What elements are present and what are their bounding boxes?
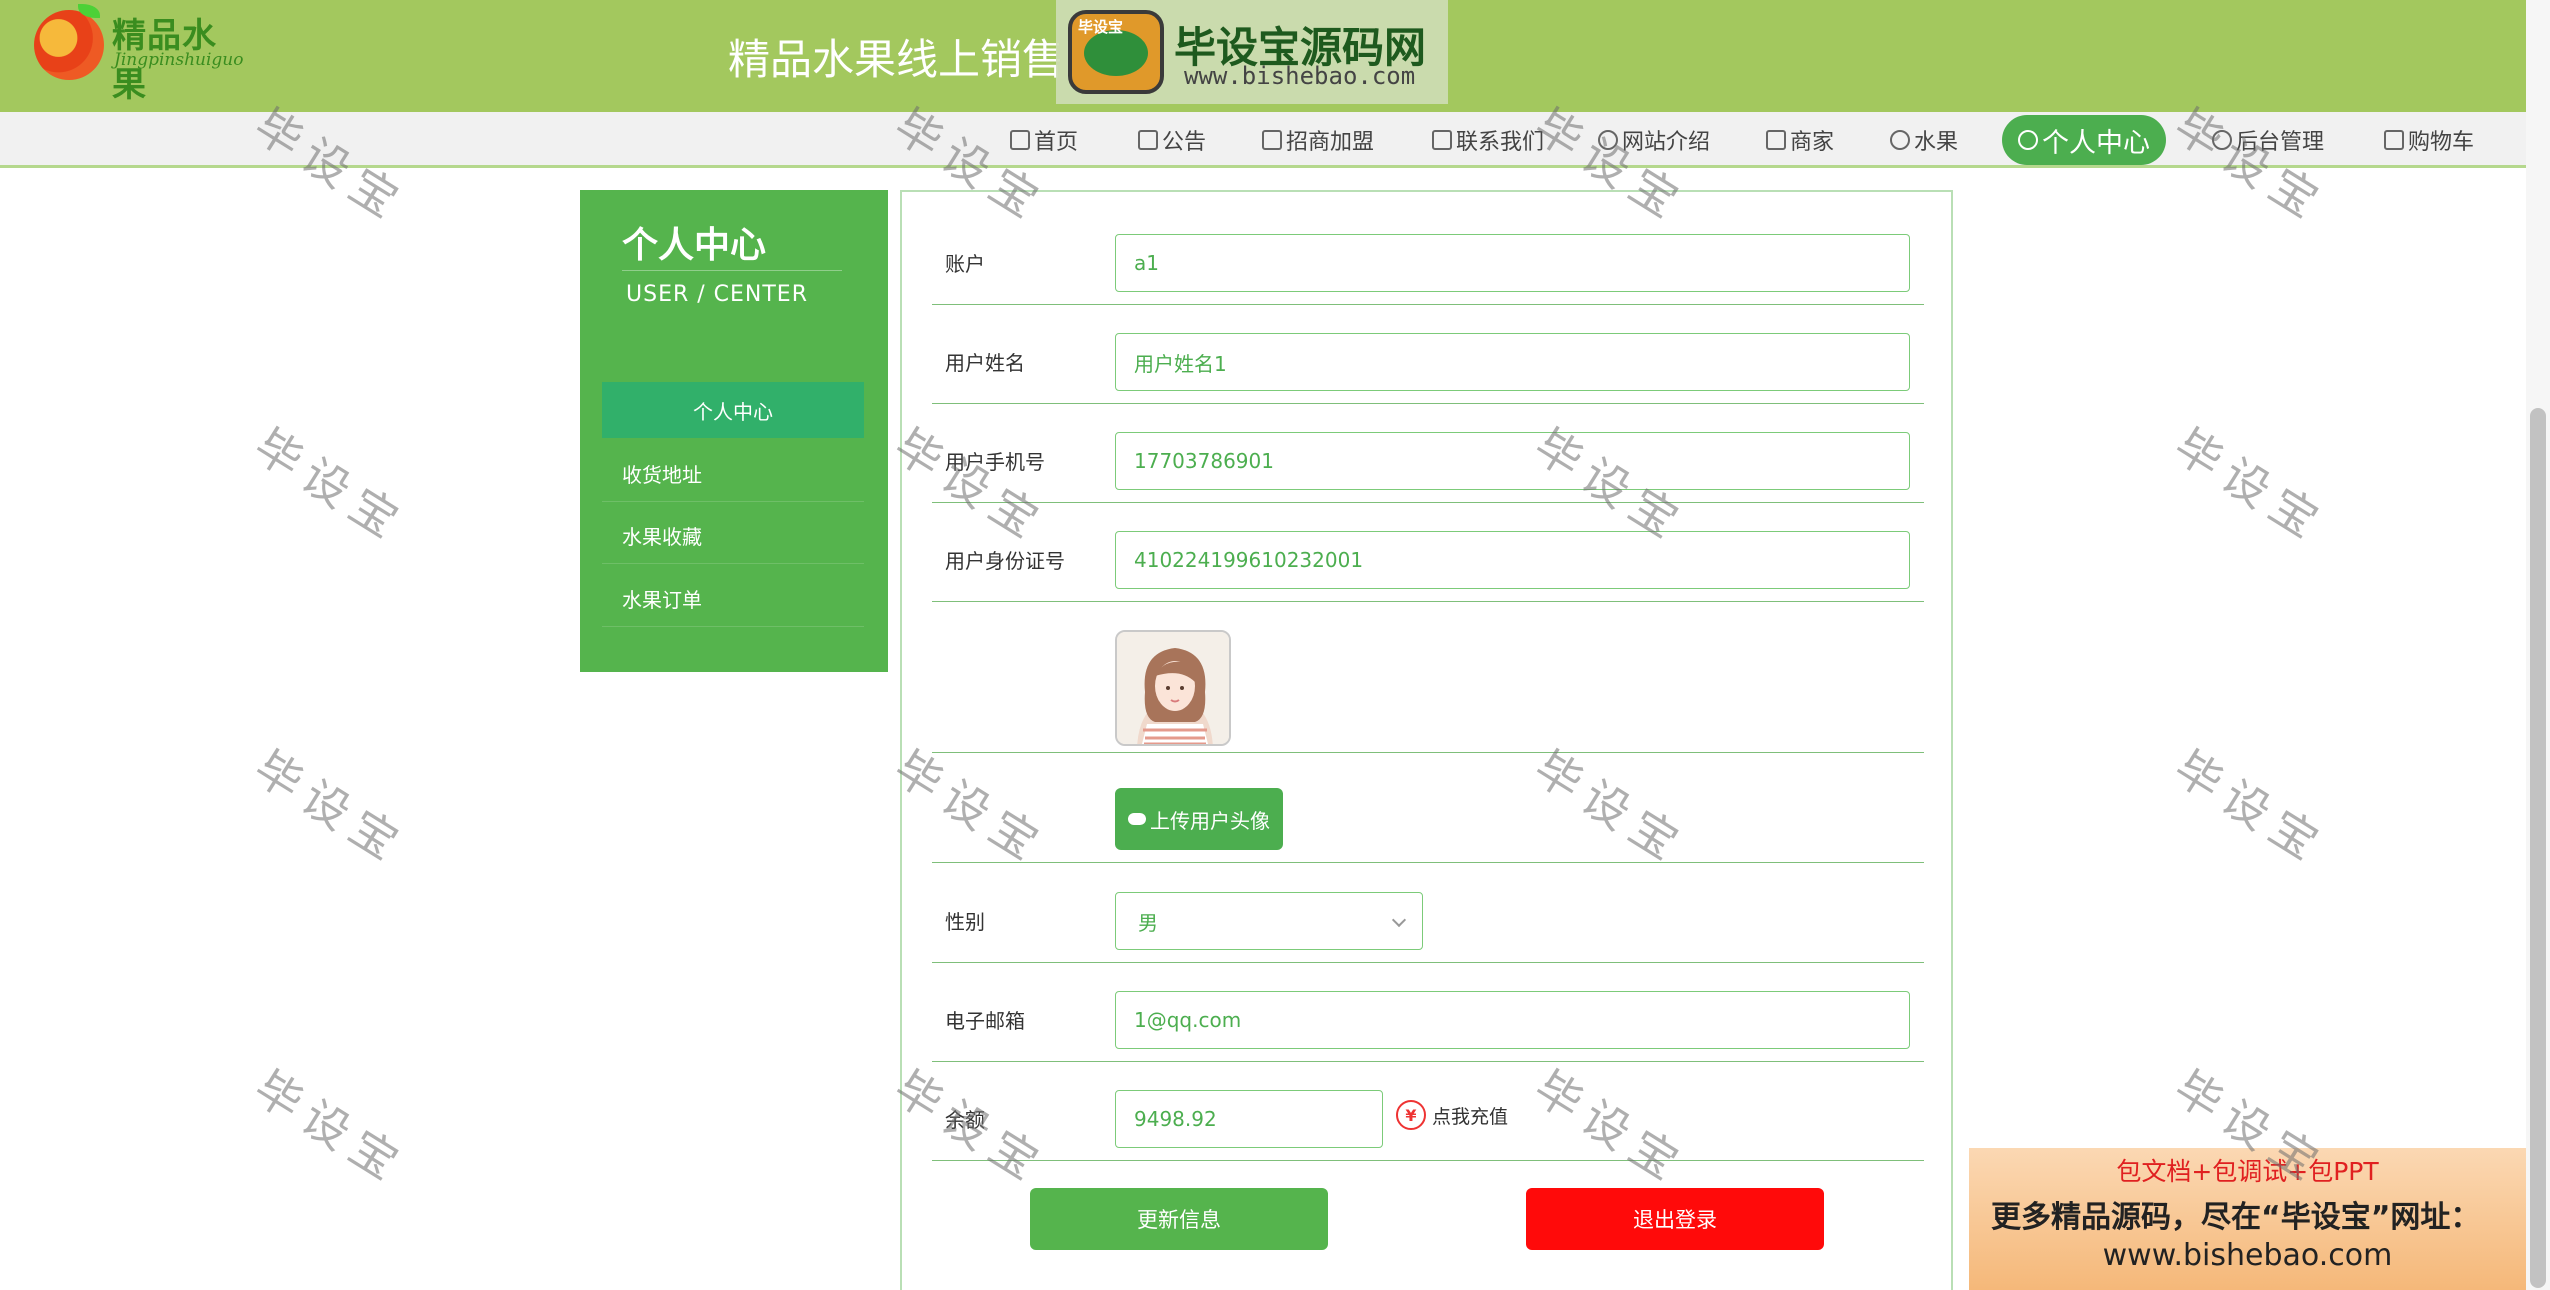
phone-input[interactable]: 17703786901 xyxy=(1115,432,1910,490)
nav-label: 招商加盟 xyxy=(1286,130,1375,155)
site-logo[interactable]: 精品水果 Jingpinshuiguo xyxy=(30,4,250,105)
gender-label: 性别 xyxy=(945,910,985,934)
nav-item-cart[interactable]: 购物车 xyxy=(2384,122,2474,158)
profile-form: 账户 a1 用户姓名 用户姓名1 用户手机号 17703786901 用户身份证… xyxy=(900,190,1953,1290)
sidebar-divider xyxy=(622,270,842,271)
sidebar-item-user-center[interactable]: 个人中心 xyxy=(602,382,864,438)
promo-line-1: 包文档+包调试+包PPT xyxy=(2116,1157,2379,1186)
watermark: 毕设宝 xyxy=(244,1060,416,1195)
update-info-button[interactable]: 更新信息 xyxy=(1030,1188,1328,1250)
watermark-banner: 毕设宝 毕设宝源码网 www.bishebao.com xyxy=(1056,0,1448,104)
account-label: 账户 xyxy=(945,252,985,276)
nav-label: 水果 xyxy=(1914,130,1959,155)
sidebar-item-address[interactable]: 收货地址 xyxy=(602,446,864,502)
building-icon xyxy=(1432,130,1452,150)
globe-icon xyxy=(1598,130,1618,150)
site-title: 精品水果线上销售网 xyxy=(728,35,1107,84)
user-avatar xyxy=(1115,630,1231,746)
sidebar-item-orders[interactable]: 水果订单 xyxy=(602,571,864,627)
phone-label: 用户手机号 xyxy=(945,450,1045,474)
logout-button[interactable]: 退出登录 xyxy=(1526,1188,1824,1250)
chevron-down-icon xyxy=(1391,912,1407,928)
recharge-label: 点我充值 xyxy=(1432,1105,1509,1128)
row-divider xyxy=(932,601,1924,602)
row-divider xyxy=(932,862,1924,863)
balance-input[interactable]: 9498.92 xyxy=(1115,1090,1383,1148)
home-icon xyxy=(1010,130,1030,150)
nav-item-admin[interactable]: 后台管理 xyxy=(2212,122,2324,158)
site-header: 精品水果 Jingpinshuiguo 精品水果线上销售网 毕设宝 毕设宝源码网… xyxy=(0,0,2526,112)
sidebar-item-favorites[interactable]: 水果收藏 xyxy=(602,508,864,564)
avatar-illustration xyxy=(1117,632,1229,744)
cart-icon xyxy=(2384,130,2404,150)
row-divider xyxy=(932,962,1924,963)
row-divider xyxy=(932,1160,1924,1161)
watermark: 毕设宝 xyxy=(244,740,416,875)
nav-label: 购物车 xyxy=(2408,130,2475,155)
balance-label: 余额 xyxy=(945,1108,985,1132)
nav-item-franchise[interactable]: 招商加盟 xyxy=(1262,122,1374,158)
watermark: 毕设宝 xyxy=(2164,740,2336,875)
scrollbar-thumb[interactable] xyxy=(2530,408,2546,1288)
watermark-url: www.bishebao.com xyxy=(1184,62,1416,90)
nav-label: 后台管理 xyxy=(2236,130,2325,155)
upload-avatar-button[interactable]: 上传用户头像 xyxy=(1115,788,1283,850)
nav-label: 公告 xyxy=(1162,130,1207,155)
row-divider xyxy=(932,304,1924,305)
promo-box[interactable]: 包文档+包调试+包PPT 更多精品源码，尽在“毕设宝”网址： www.bishe… xyxy=(1969,1148,2526,1290)
nav-item-home[interactable]: 首页 xyxy=(1010,122,1078,158)
gender-select[interactable]: 男 xyxy=(1115,892,1423,950)
promo-line-2: 更多精品源码，尽在“毕设宝”网址： xyxy=(1991,1200,2481,1235)
badge-text: 毕设宝 xyxy=(1078,18,1124,36)
logo-subtext: Jingpinshuiguo xyxy=(114,50,244,70)
nav-label: 首页 xyxy=(1034,130,1079,155)
grid-icon xyxy=(1766,130,1786,150)
fruit-logo-icon xyxy=(34,10,104,80)
cloud-upload-icon xyxy=(1128,813,1146,825)
printer-icon xyxy=(1138,130,1158,150)
id-number-label: 用户身份证号 xyxy=(945,549,1065,573)
nav-label: 个人中心 xyxy=(2042,127,2150,159)
page-root: 精品水果 Jingpinshuiguo 精品水果线上销售网 毕设宝 毕设宝源码网… xyxy=(0,0,2550,1290)
sidebar-subtitle: USER / CENTER xyxy=(626,282,808,307)
nav-label: 联系我们 xyxy=(1456,130,1545,155)
recharge-link[interactable]: ¥ 点我充值 xyxy=(1396,1100,1508,1130)
main-nav: 首页 公告 招商加盟 联系我们 网站介绍 商家 水果 个人中心 后台管理 购物车 xyxy=(0,112,2526,168)
nav-label: 网站介绍 xyxy=(1622,130,1711,155)
watermark-badge-icon: 毕设宝 xyxy=(1068,10,1164,94)
nav-item-merchants[interactable]: 商家 xyxy=(1766,122,1834,158)
yen-icon: ¥ xyxy=(1396,1100,1426,1130)
nav-item-user-center[interactable]: 个人中心 xyxy=(2002,115,2166,165)
watermark: 毕设宝 xyxy=(244,418,416,553)
user-center-sidebar: 个人中心 USER / CENTER 个人中心 收货地址 水果收藏 水果订单 xyxy=(580,190,888,672)
name-input[interactable]: 用户姓名1 xyxy=(1115,333,1910,391)
email-label: 电子邮箱 xyxy=(945,1009,1025,1033)
sidebar-title: 个人中心 xyxy=(622,225,767,266)
nav-item-contact[interactable]: 联系我们 xyxy=(1432,122,1544,158)
account-input[interactable]: a1 xyxy=(1115,234,1910,292)
nav-item-fruit[interactable]: 水果 xyxy=(1890,122,1958,158)
link-icon xyxy=(2212,130,2232,150)
upload-label: 上传用户头像 xyxy=(1150,808,1270,833)
row-divider xyxy=(932,403,1924,404)
row-divider xyxy=(932,502,1924,503)
gender-value: 男 xyxy=(1138,910,1158,935)
row-divider xyxy=(932,1061,1924,1062)
id-number-input[interactable]: 410224199610232001 xyxy=(1115,531,1910,589)
circle-icon xyxy=(1890,130,1910,150)
nav-label: 商家 xyxy=(1790,130,1835,155)
tag-icon xyxy=(1262,130,1282,150)
nav-item-notice[interactable]: 公告 xyxy=(1138,122,1206,158)
email-input[interactable]: 1@qq.com xyxy=(1115,991,1910,1049)
promo-url: www.bishebao.com xyxy=(2102,1238,2393,1273)
name-label: 用户姓名 xyxy=(945,351,1025,375)
page-scrollbar[interactable] xyxy=(2526,0,2550,1290)
nav-item-about[interactable]: 网站介绍 xyxy=(1598,122,1710,158)
row-divider xyxy=(932,752,1924,753)
watermark: 毕设宝 xyxy=(2164,418,2336,553)
user-icon xyxy=(2018,130,2038,150)
